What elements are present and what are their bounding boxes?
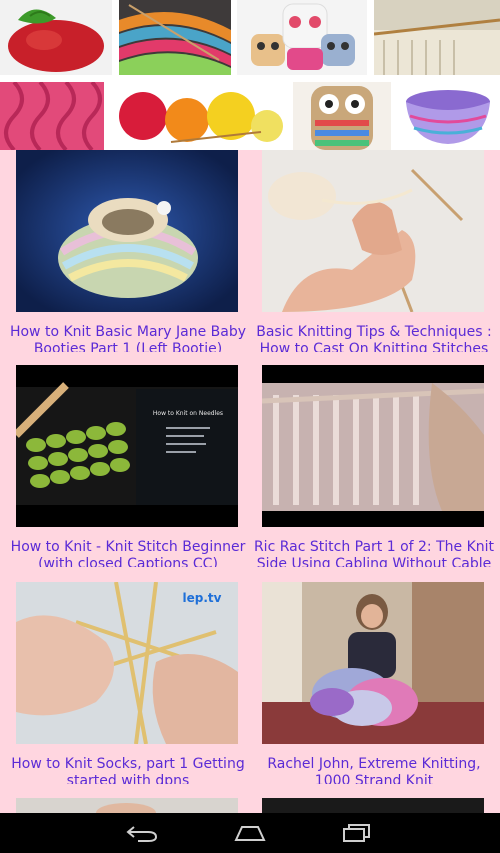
video-thumbnail[interactable]: lep.tv: [16, 582, 238, 744]
video-item[interactable]: How to Knit on Needles How to Knit - Kni…: [11, 365, 245, 570]
video-item[interactable]: [16, 798, 238, 813]
knitted-owls-image[interactable]: [237, 0, 367, 75]
video-title[interactable]: Ric Rac Stitch Part 1 of 2: The Knit Sid…: [252, 539, 496, 567]
cable-knit-image[interactable]: [0, 82, 104, 150]
owl-pillow-image[interactable]: [293, 82, 391, 150]
video-title[interactable]: Rachel John, Extreme Knitting, 1000 Stra…: [252, 756, 496, 784]
video-thumbnail[interactable]: [262, 582, 484, 744]
video-thumbnail[interactable]: [262, 365, 484, 527]
video-title[interactable]: Basic Knitting Tips & Techniques : How t…: [252, 324, 496, 352]
video-thumbnail[interactable]: [16, 798, 238, 813]
back-icon: [126, 826, 158, 842]
recent-apps-icon: [343, 824, 370, 842]
home-icon: [234, 826, 266, 841]
apple-knit-image[interactable]: [0, 0, 112, 75]
thumb-overlay-text: How to Knit on Needles: [153, 410, 223, 417]
system-navigation-bar: [0, 813, 500, 853]
thumb-logo-text: lep.tv: [183, 591, 222, 605]
video-grid: How to Knit Basic Mary Jane Baby Booties…: [0, 150, 500, 813]
home-button[interactable]: [220, 813, 280, 853]
striped-knitting-image[interactable]: [119, 0, 231, 75]
video-thumbnail[interactable]: [262, 798, 484, 813]
video-thumbnail[interactable]: [16, 150, 238, 312]
video-item[interactable]: Rachel John, Extreme Knitting, 1000 Stra…: [262, 582, 484, 787]
video-item[interactable]: Basic Knitting Tips & Techniques : How t…: [256, 150, 492, 355]
yarn-balls-image[interactable]: [111, 82, 286, 150]
knitting-needles-image[interactable]: [374, 0, 500, 75]
recent-apps-button[interactable]: [327, 813, 387, 853]
video-title[interactable]: How to Knit - Knit Stitch Beginner (with…: [6, 539, 250, 567]
back-button[interactable]: [113, 813, 173, 853]
video-item[interactable]: [262, 798, 484, 813]
video-item[interactable]: How to Knit Basic Mary Jane Baby Booties…: [10, 150, 246, 355]
knitted-bowl-image[interactable]: [398, 82, 500, 150]
video-item[interactable]: Ric Rac Stitch Part 1 of 2: The Knit Sid…: [254, 365, 494, 570]
video-title[interactable]: How to Knit Socks, part 1 Getting starte…: [6, 756, 250, 784]
video-thumbnail[interactable]: [262, 150, 484, 312]
video-title[interactable]: How to Knit Basic Mary Jane Baby Booties…: [6, 324, 250, 352]
video-item[interactable]: lep.tv How to Knit Socks, part 1 Getting…: [11, 582, 245, 787]
banner-collage: [0, 0, 500, 150]
video-thumbnail[interactable]: How to Knit on Needles: [16, 365, 238, 527]
